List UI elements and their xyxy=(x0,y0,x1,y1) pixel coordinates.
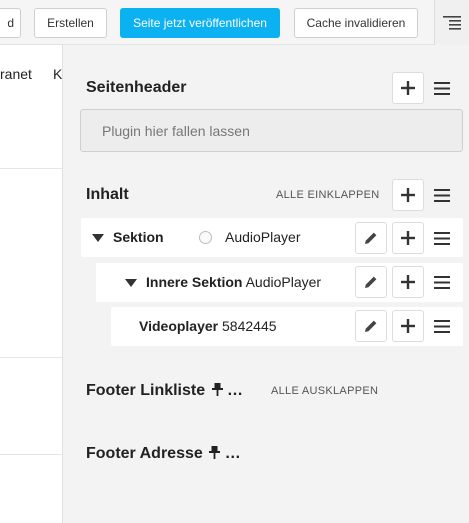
invalidate-cache-button[interactable]: Cache invalidieren xyxy=(294,8,418,38)
plus-icon xyxy=(401,231,415,245)
plugin-menu-button[interactable] xyxy=(428,266,456,298)
publish-page-button-label: Seite jetzt veröffentlichen xyxy=(133,16,267,30)
add-plugin-button[interactable] xyxy=(392,310,424,342)
add-plugin-button[interactable] xyxy=(392,266,424,298)
placeholder-title-header: Seitenheader xyxy=(86,79,187,96)
placeholder-menu-button[interactable] xyxy=(428,179,456,211)
expand-all-button[interactable]: ALLE AUSKLAPPEN xyxy=(271,385,378,397)
invalidate-cache-button-label: Cache invalidieren xyxy=(306,16,406,30)
page-divider xyxy=(0,454,62,455)
page-divider xyxy=(0,357,62,358)
structure-panel: Seitenheader Plugin hier fallen lassen I… xyxy=(62,45,469,523)
collapse-all-button[interactable]: ALLE EINKLAPPEN xyxy=(276,189,380,201)
pencil-icon xyxy=(365,320,377,332)
placeholder-title-footer-address: Footer Adresse … xyxy=(86,445,241,462)
pencil-icon xyxy=(365,232,377,244)
caret-down-icon[interactable] xyxy=(92,234,104,242)
status-radio[interactable] xyxy=(199,231,212,244)
plugin-row-label: Sektion xyxy=(113,229,164,245)
pencil-icon xyxy=(365,276,377,288)
toolbar-button-partial-label: d xyxy=(7,16,14,30)
cms-toolbar: d Erstellen Seite jetzt veröffentlichen … xyxy=(0,0,469,45)
menu-icon xyxy=(434,319,450,333)
dropzone-placeholder-text: Plugin hier fallen lassen xyxy=(102,122,250,139)
placeholder-title-content: Inhalt xyxy=(86,186,129,203)
menu-icon xyxy=(434,231,450,245)
plugin-row-detail: AudioPlayer xyxy=(225,229,301,245)
pin-icon xyxy=(211,383,223,396)
plugin-row-label: Videoplayer 5842445 xyxy=(139,318,277,334)
plus-icon xyxy=(401,275,415,289)
plus-icon xyxy=(401,319,415,333)
plugin-menu-button[interactable] xyxy=(428,222,456,254)
toolbar-button-partial[interactable]: d xyxy=(0,8,21,38)
menu-icon xyxy=(434,81,450,95)
plus-icon xyxy=(401,81,415,95)
placeholder-menu-button[interactable] xyxy=(428,72,456,104)
caret-down-icon[interactable] xyxy=(125,279,137,287)
menu-icon xyxy=(434,188,450,202)
add-plugin-button[interactable] xyxy=(392,222,424,254)
plugin-menu-button[interactable] xyxy=(428,310,456,342)
create-button[interactable]: Erstellen xyxy=(34,8,107,38)
plugin-dropzone[interactable]: Plugin hier fallen lassen xyxy=(80,109,463,152)
publish-page-button[interactable]: Seite jetzt veröffentlichen xyxy=(120,8,280,38)
add-plugin-button[interactable] xyxy=(392,72,424,104)
plus-icon xyxy=(401,188,415,202)
edit-plugin-button[interactable] xyxy=(355,310,387,342)
structure-toggle-button[interactable] xyxy=(434,0,469,45)
structure-toggle-icon xyxy=(443,15,461,30)
add-plugin-button[interactable] xyxy=(392,179,424,211)
create-button-label: Erstellen xyxy=(47,16,94,30)
page-divider xyxy=(0,168,62,169)
plugin-row-label: Innere Sektion AudioPlayer xyxy=(146,274,322,290)
page-nav-fragment[interactable]: K xyxy=(53,66,62,82)
page-nav-fragment[interactable]: ranet xyxy=(0,66,32,82)
menu-icon xyxy=(434,275,450,289)
pin-icon xyxy=(209,446,221,459)
edit-plugin-button[interactable] xyxy=(355,266,387,298)
placeholder-title-footer-links: Footer Linkliste … xyxy=(86,382,244,399)
edit-plugin-button[interactable] xyxy=(355,222,387,254)
